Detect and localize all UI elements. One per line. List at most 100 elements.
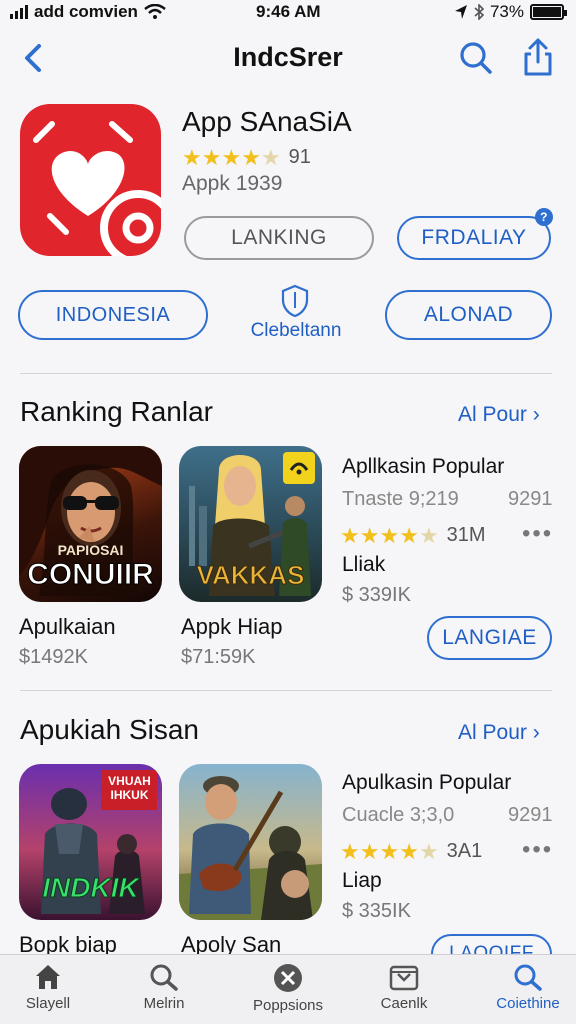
tab-label: Melrin: [143, 995, 185, 1012]
see-all-link[interactable]: Al Pour ›: [458, 721, 540, 745]
tile-price: $71:59K: [181, 646, 256, 668]
lanking-button[interactable]: LANKING: [184, 216, 374, 260]
app-tile-indkik[interactable]: VHUAH IHKUK INDKIK: [19, 764, 162, 920]
tab-label: Caenlk: [380, 995, 428, 1012]
section-title-apukiah: Apukiah Sisan: [20, 714, 200, 745]
tab-poppsions[interactable]: Poppsions: [238, 959, 338, 1021]
badge-dot: ?: [535, 208, 553, 226]
rating-count: 3A1: [446, 840, 483, 862]
carrier-label: add comvien: [34, 2, 138, 21]
tile-art-caption: VHUAH IHKUK: [108, 774, 151, 802]
tab-coiethine[interactable]: Coiethine: [478, 959, 576, 1021]
tray-icon: [389, 965, 419, 991]
see-all-link[interactable]: Al Pour ›: [458, 403, 540, 427]
chevron-right-icon: ›: [532, 403, 540, 426]
more-dots-icon[interactable]: •••: [522, 836, 553, 864]
signal-icon: [10, 5, 28, 19]
status-right: 73%: [454, 2, 567, 22]
star-half-icon: ★: [418, 522, 439, 548]
get-button-label: FRDALIAY: [421, 226, 527, 249]
info-size: 9291: [508, 804, 553, 826]
status-left: add comvien: [10, 2, 166, 22]
star-icon: ★: [379, 838, 400, 864]
location-icon: [454, 5, 467, 19]
rating-count: 91: [288, 146, 311, 168]
tab-home[interactable]: Slayell: [0, 959, 98, 1021]
search-icon[interactable]: [458, 38, 494, 78]
app-tile-vakkas[interactable]: VAKKAS: [179, 446, 322, 602]
shield-icon[interactable]: [280, 284, 310, 318]
app-rating: ★ ★ ★ ★ ★ 91: [182, 146, 311, 169]
see-all-label: Al Pour: [458, 721, 527, 744]
star-icon: ★: [340, 522, 360, 548]
section-title-ranking: Ranking Ranlar: [20, 396, 213, 427]
info-subtitle: Cuacle 3;3,0: [342, 804, 455, 826]
info-subtitle: Tnaste 9;219: [342, 488, 459, 510]
tab-label: Slayell: [25, 995, 71, 1012]
app-icon[interactable]: [20, 104, 161, 256]
chevron-right-icon: ›: [532, 721, 540, 744]
info-price: $ 335IK: [342, 900, 411, 922]
app-subtitle: Appk 1939: [182, 172, 283, 195]
wifi-icon: [144, 4, 166, 19]
app-name: App SAnaSiA: [182, 106, 352, 137]
heart-target-icon: [33, 121, 161, 256]
divider: [20, 373, 552, 374]
house-icon: [36, 965, 60, 989]
info-rating: ★ ★ ★ ★ ★ 3A1: [340, 840, 482, 863]
tile-art-title: CONUIIR: [27, 558, 155, 592]
tile-art-title: VAKKAS: [196, 560, 305, 591]
info-size: 9291: [508, 488, 553, 510]
star-icon: ★: [399, 838, 419, 864]
guitar-art-icon: [179, 776, 322, 920]
star-icon: ★: [399, 522, 419, 548]
get-button[interactable]: LANGIAE: [427, 616, 552, 660]
star-icon: ★: [340, 838, 360, 864]
see-all-label: Al Pour: [458, 403, 527, 426]
alonad-button[interactable]: ALONAD: [385, 290, 552, 340]
tile-price: $1492K: [19, 646, 88, 668]
bluetooth-icon: [474, 4, 484, 20]
clebeltann-link[interactable]: Clebeltann: [240, 320, 352, 342]
search-icon: [514, 964, 542, 991]
star-icon: ★: [379, 522, 400, 548]
tile-title: Apulkaian: [19, 614, 116, 639]
star-half-icon: ★: [418, 838, 439, 864]
info-title: Apulkasin Popular: [342, 771, 512, 794]
tab-label: Poppsions: [252, 997, 324, 1014]
get-button[interactable]: FRDALIAY ?: [397, 208, 553, 260]
indonesia-button[interactable]: INDONESIA: [18, 290, 208, 340]
more-dots-icon[interactable]: •••: [522, 520, 553, 548]
star-icon: ★: [182, 144, 202, 170]
divider: [20, 690, 552, 691]
close-circle-icon: [274, 964, 302, 992]
app-tile-conuiir[interactable]: PAPIOSAI CONUIIR: [19, 446, 162, 602]
tile-art-caption: PAPIOSAI: [57, 542, 124, 558]
star-icon: ★: [201, 144, 222, 170]
clock-label: 9:46 AM: [256, 2, 321, 21]
tile-title: Appk Hiap: [181, 614, 283, 639]
app-tile-apoly[interactable]: [179, 764, 322, 920]
info-name: Liap: [342, 869, 382, 892]
battery-label: 73%: [489, 2, 524, 21]
tab-caenlk[interactable]: Caenlk: [354, 959, 454, 1021]
star-empty-icon: ★: [260, 144, 281, 170]
tile-art-title: INDKIK: [42, 872, 139, 904]
info-name: Lliak: [342, 553, 386, 576]
info-title: Apllkasin Popular: [342, 455, 505, 478]
tab-search[interactable]: Melrin: [114, 959, 214, 1021]
star-icon: ★: [359, 838, 380, 864]
tab-label: Coiethine: [496, 995, 560, 1012]
star-half-icon: ★: [241, 144, 261, 170]
nav-bar: IndcSrer: [0, 30, 576, 86]
share-icon[interactable]: [520, 36, 556, 78]
battery-icon: [530, 4, 567, 20]
status-bar: add comvien 9:46 AM 73%: [0, 0, 576, 26]
star-icon: ★: [359, 522, 380, 548]
tab-bar: Slayell Melrin Poppsions Caenlk Coiethin…: [0, 954, 576, 1024]
star-icon: ★: [221, 144, 242, 170]
info-price: $ 339IK: [342, 584, 411, 606]
rating-count: 31M: [446, 524, 486, 546]
info-rating: ★ ★ ★ ★ ★ 31M: [340, 524, 486, 547]
search-icon: [150, 964, 178, 991]
